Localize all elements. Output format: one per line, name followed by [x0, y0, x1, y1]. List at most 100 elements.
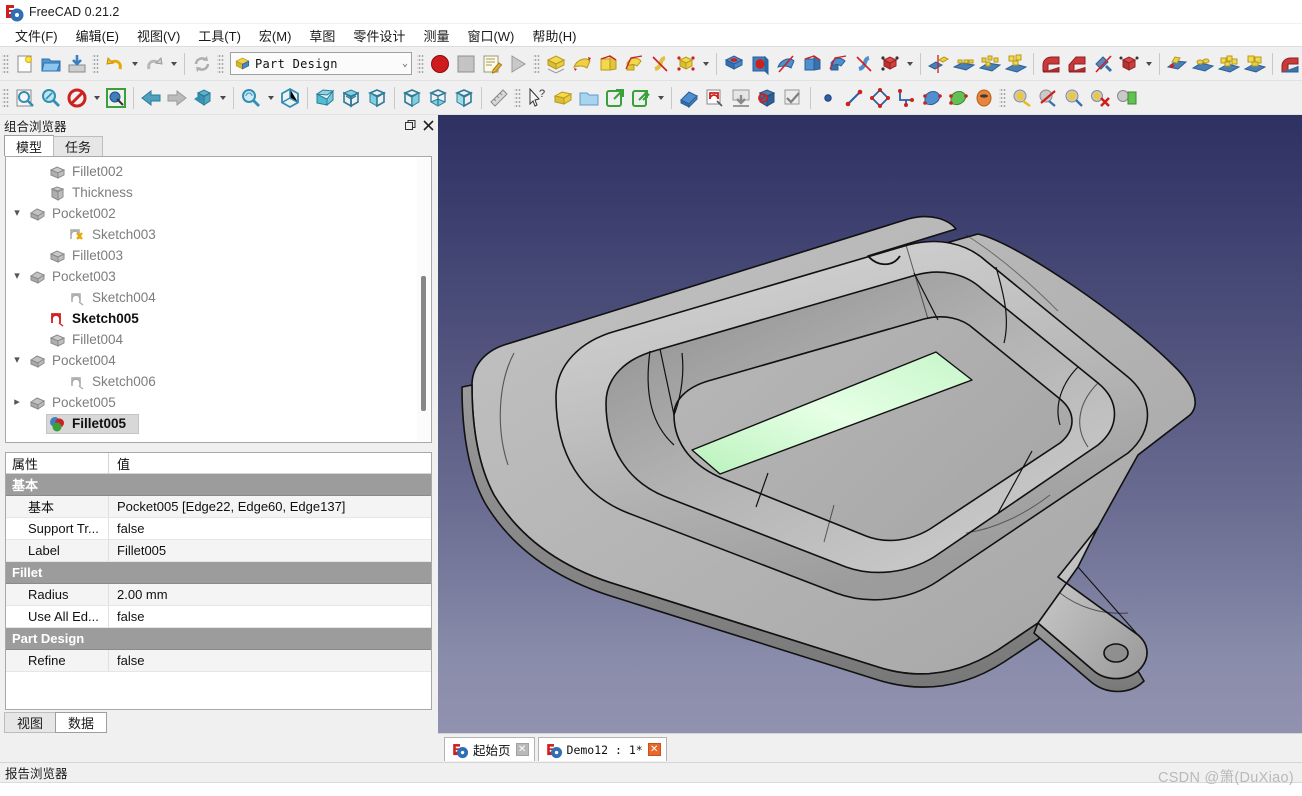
datum-green-button[interactable]	[945, 85, 971, 111]
whats-this-button[interactable]: ?	[524, 85, 550, 111]
create-line-button[interactable]	[841, 85, 867, 111]
check-geometry-button[interactable]	[780, 85, 806, 111]
tab-tasks[interactable]: 任务	[53, 136, 104, 156]
thickness-red-button[interactable]	[1116, 51, 1142, 77]
datum-blue-button[interactable]	[919, 85, 945, 111]
tree-item-content[interactable]: Sketch005	[46, 309, 152, 329]
draft-button[interactable]	[1090, 51, 1116, 77]
additive-primitive-dropdown[interactable]	[699, 51, 712, 77]
subtractive-helix-button[interactable]	[851, 51, 877, 77]
menu-window[interactable]: 窗口(W)	[458, 24, 523, 47]
property-value[interactable]: false	[109, 650, 431, 671]
tree-item-content[interactable]: Pocket003	[26, 267, 129, 287]
tree-item-fillet004[interactable]: Fillet004	[6, 329, 431, 350]
zoom-dropdown[interactable]	[264, 85, 277, 111]
multitransform-button[interactable]	[1003, 51, 1029, 77]
rear-view-button[interactable]	[399, 85, 425, 111]
draw-style-dropdown[interactable]	[90, 85, 103, 111]
constraint-angle-button[interactable]	[1035, 85, 1061, 111]
close-icon[interactable]: ✕	[647, 743, 661, 756]
tree-item-pocket004[interactable]: ▾ Pocket004	[6, 350, 431, 371]
link-group-button[interactable]	[628, 85, 654, 111]
undo-dropdown[interactable]	[128, 51, 141, 77]
tree-item-sketch003[interactable]: Sketch003	[6, 224, 431, 245]
axonometric-button[interactable]	[277, 85, 303, 111]
validate-sketch-button[interactable]	[754, 85, 780, 111]
fit-all-button[interactable]	[12, 85, 38, 111]
toolbar-grip[interactable]	[999, 86, 1006, 109]
tree-item-sketch006[interactable]: Sketch006	[6, 371, 431, 392]
macro-execute-button[interactable]	[505, 51, 531, 77]
create-point-button[interactable]	[815, 85, 841, 111]
chevron-down-icon[interactable]: ▾	[8, 355, 26, 366]
chevron-right-icon[interactable]: ▸	[8, 397, 26, 408]
pocket-button[interactable]	[721, 51, 747, 77]
zoom-button[interactable]	[238, 85, 264, 111]
property-row[interactable]: Use All Ed... false	[6, 606, 431, 628]
boolean-yellow-button[interactable]	[1242, 51, 1268, 77]
tree-scrollbar-thumb[interactable]	[421, 276, 426, 411]
hole-button[interactable]	[747, 51, 773, 77]
constraint-dimension-button[interactable]	[1009, 85, 1035, 111]
tree-item-pocket005[interactable]: ▸ Pocket005	[6, 392, 431, 413]
property-value[interactable]: Fillet005	[109, 540, 431, 561]
dressup-dropdown[interactable]	[1142, 51, 1155, 77]
draw-style-button[interactable]	[64, 85, 90, 111]
selection-view-button[interactable]	[103, 85, 129, 111]
additive-pipe-button[interactable]	[621, 51, 647, 77]
tab-data-properties[interactable]: 数据	[55, 712, 108, 733]
ruler-measure-button[interactable]	[486, 85, 512, 111]
additive-helix-button[interactable]	[647, 51, 673, 77]
property-row[interactable]: Label Fillet005	[6, 540, 431, 562]
create-group-folder-button[interactable]	[576, 85, 602, 111]
tree-item-content[interactable]: Thickness	[46, 183, 146, 203]
menu-edit[interactable]: 编辑(E)	[67, 24, 128, 47]
left-view-button[interactable]	[451, 85, 477, 111]
tree-item-fillet003[interactable]: Fillet003	[6, 245, 431, 266]
undo-button[interactable]	[102, 51, 128, 77]
bottom-view-button[interactable]	[425, 85, 451, 111]
subtractive-loft-button[interactable]	[799, 51, 825, 77]
primitive-pad-red-button[interactable]	[1277, 51, 1302, 77]
toolbar-grip[interactable]	[2, 86, 9, 109]
tree-item-content[interactable]: Fillet003	[46, 246, 136, 266]
property-row[interactable]: Support Tr... false	[6, 518, 431, 540]
close-icon[interactable]: ✕	[515, 743, 529, 756]
fit-selection-button[interactable]	[38, 85, 64, 111]
create-part-button[interactable]	[550, 85, 576, 111]
macro-edit-button[interactable]	[479, 51, 505, 77]
tree-item-pocket002[interactable]: ▾ Pocket002	[6, 203, 431, 224]
chevron-down-icon[interactable]: ▾	[8, 271, 26, 282]
tree-item-content[interactable]: Sketch006	[66, 372, 169, 392]
previous-view-button[interactable]	[138, 85, 164, 111]
right-view-button[interactable]	[364, 85, 390, 111]
subtractive-primitive-dropdown[interactable]	[903, 51, 916, 77]
shapebinder-button[interactable]	[1164, 51, 1190, 77]
3d-viewport[interactable]	[438, 115, 1302, 733]
tab-model[interactable]: 模型	[4, 135, 55, 156]
chevron-down-icon[interactable]: ▾	[8, 208, 26, 219]
link-button[interactable]	[602, 85, 628, 111]
toolbar-grip[interactable]	[92, 52, 99, 75]
menu-help[interactable]: 帮助(H)	[523, 24, 585, 47]
tree-item-content[interactable]: Pocket005	[26, 393, 129, 413]
toolbar-grip[interactable]	[217, 52, 224, 75]
menu-tools[interactable]: 工具(T)	[189, 24, 250, 47]
create-polyline-button[interactable]	[867, 85, 893, 111]
menu-view[interactable]: 视图(V)	[128, 24, 189, 47]
pad-button[interactable]	[543, 51, 569, 77]
property-editor[interactable]: 属性 值 基本 基本 Pocket005 [Edge22, Edge60, Edge…	[5, 452, 432, 710]
document-tab-demo12[interactable]: Demo12 : 1* ✕	[537, 737, 667, 761]
toolbar-grip[interactable]	[417, 52, 424, 75]
property-value[interactable]: false	[109, 606, 431, 627]
new-document-button[interactable]	[12, 51, 38, 77]
chamfer-button[interactable]	[1064, 51, 1090, 77]
tree-item-content[interactable]: Fillet004	[46, 330, 136, 350]
toolbar-grip[interactable]	[2, 52, 9, 75]
attach-sketch-button[interactable]	[728, 85, 754, 111]
tree-item-content[interactable]: Pocket002	[26, 204, 129, 224]
additive-primitive-button[interactable]	[673, 51, 699, 77]
tree-item-fillet002[interactable]: Fillet002	[6, 161, 431, 182]
property-row[interactable]: Radius 2.00 mm	[6, 584, 431, 606]
constraint-extra-button[interactable]	[1113, 85, 1139, 111]
